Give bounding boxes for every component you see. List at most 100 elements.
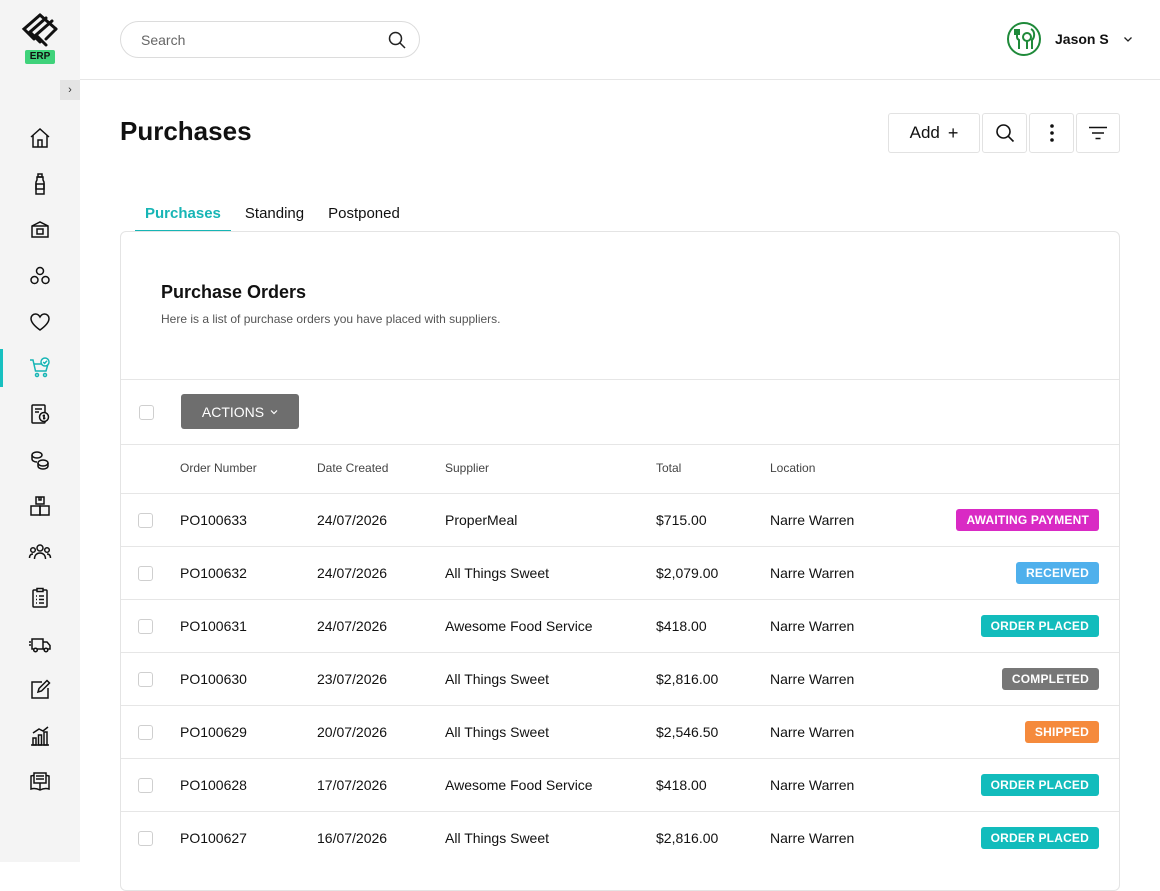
select-all-checkbox[interactable] xyxy=(139,405,154,420)
table-row[interactable]: PO100627 16/07/2026 All Things Sweet $2,816… xyxy=(121,811,1119,864)
sidebar-item-inventory[interactable] xyxy=(0,207,80,253)
cell-order[interactable]: PO100633 xyxy=(180,512,247,528)
row-checkbox[interactable] xyxy=(138,778,153,793)
row-checkbox[interactable] xyxy=(138,725,153,740)
add-button[interactable]: Add + xyxy=(888,113,980,153)
cell-date: 24/07/2026 xyxy=(317,512,388,528)
table-row[interactable]: PO100629 20/07/2026 All Things Sweet $2,546… xyxy=(121,705,1119,758)
cell-supplier: All Things Sweet xyxy=(445,724,550,740)
sidebar-item-deliveries[interactable] xyxy=(0,621,80,667)
cell-total: $2,816.00 xyxy=(656,671,719,687)
cell-date: 24/07/2026 xyxy=(317,618,388,634)
row-checkbox[interactable] xyxy=(138,831,153,846)
more-vertical-icon xyxy=(1049,124,1054,142)
tab-bar: Purchases Standing Postponed xyxy=(135,200,414,233)
filter-icon xyxy=(1089,126,1107,140)
actions-dropdown-button[interactable]: ACTIONS xyxy=(181,394,299,429)
search-input[interactable] xyxy=(141,30,381,50)
sidebar-item-products[interactable] xyxy=(0,161,80,207)
table-row[interactable]: PO100633 24/07/2026 ProperMeal $715.00 Narre… xyxy=(121,493,1119,546)
sidebar-item-payments[interactable] xyxy=(0,437,80,483)
home-icon xyxy=(30,127,50,148)
table-row[interactable]: PO100631 24/07/2026 Awesome Food Service $4… xyxy=(121,599,1119,652)
row-checkbox[interactable] xyxy=(138,672,153,687)
plus-icon: + xyxy=(947,122,959,143)
cell-total: $2,816.00 xyxy=(656,830,719,846)
cell-date: 20/07/2026 xyxy=(317,724,388,740)
sidebar-item-groups[interactable] xyxy=(0,253,80,299)
cell-date: 16/07/2026 xyxy=(317,830,388,846)
cell-order[interactable]: PO100632 xyxy=(180,565,247,581)
page-title: Purchases xyxy=(120,116,252,146)
top-header: Jason S xyxy=(80,0,1160,80)
table-row[interactable]: PO100628 17/07/2026 Awesome Food Service $4… xyxy=(121,758,1119,811)
cell-total: $418.00 xyxy=(656,777,707,793)
cell-date: 17/07/2026 xyxy=(317,777,388,793)
status-badge: SHIPPED xyxy=(1024,721,1099,743)
sidebar-item-favourites[interactable] xyxy=(0,299,80,345)
search-icon[interactable] xyxy=(387,30,407,50)
cell-order[interactable]: PO100631 xyxy=(180,618,247,634)
sidebar-item-catalogue[interactable] xyxy=(0,759,80,805)
status-badge: ORDER PLACED xyxy=(980,774,1099,796)
user-name: Jason S xyxy=(1055,31,1109,47)
purchase-orders-card: Purchase Orders Here is a list of purcha… xyxy=(120,231,1120,891)
people-group-icon xyxy=(30,266,50,285)
sidebar-item-tasks[interactable] xyxy=(0,575,80,621)
book-icon xyxy=(30,772,50,791)
sidebar-item-notes[interactable] xyxy=(0,667,80,713)
column-header-order-number[interactable]: Order Number xyxy=(180,461,257,475)
filter-button[interactable] xyxy=(1076,113,1120,153)
box-icon xyxy=(31,221,49,238)
column-header-date-created[interactable]: Date Created xyxy=(317,461,388,475)
cell-location: Narre Warren xyxy=(770,565,855,581)
row-checkbox[interactable] xyxy=(138,513,153,528)
chevron-down-icon xyxy=(270,409,278,414)
cell-supplier: Awesome Food Service xyxy=(445,777,593,793)
table-row[interactable]: PO100630 23/07/2026 All Things Sweet $2,816… xyxy=(121,652,1119,705)
cell-total: $418.00 xyxy=(656,618,707,634)
cell-total: $2,079.00 xyxy=(656,565,719,581)
tab-purchases[interactable]: Purchases xyxy=(135,200,231,233)
cart-check-icon xyxy=(30,357,50,378)
global-search[interactable] xyxy=(120,21,420,58)
sidebar-item-reports[interactable] xyxy=(0,713,80,759)
cell-order[interactable]: PO100629 xyxy=(180,724,247,740)
sidebar-item-invoices[interactable] xyxy=(0,391,80,437)
cell-supplier: All Things Sweet xyxy=(445,830,550,846)
column-header-location[interactable]: Location xyxy=(770,461,815,475)
column-header-total[interactable]: Total xyxy=(656,461,681,475)
card-subtitle: Here is a list of purchase orders you ha… xyxy=(161,312,501,326)
toolbar-search-button[interactable] xyxy=(982,113,1027,153)
status-badge: ORDER PLACED xyxy=(980,827,1099,849)
column-header-supplier[interactable]: Supplier xyxy=(445,461,489,475)
tab-standing[interactable]: Standing xyxy=(235,200,314,233)
row-checkbox[interactable] xyxy=(138,566,153,581)
chevron-down-icon[interactable] xyxy=(1123,34,1133,44)
coins-icon xyxy=(31,451,49,470)
sidebar: ERP › xyxy=(0,0,80,862)
sidebar-collapse-button[interactable]: › xyxy=(60,80,80,100)
edit-icon xyxy=(31,679,51,699)
status-badge: AWAITING PAYMENT xyxy=(956,509,1099,531)
sidebar-item-warehouse[interactable] xyxy=(0,483,80,529)
sidebar-item-home[interactable] xyxy=(0,115,80,161)
user-menu[interactable]: Jason S xyxy=(1006,20,1133,58)
more-options-button[interactable] xyxy=(1029,113,1074,153)
cell-supplier: Awesome Food Service xyxy=(445,618,593,634)
cell-date: 24/07/2026 xyxy=(317,565,388,581)
status-badge: ORDER PLACED xyxy=(980,615,1099,637)
bottle-icon xyxy=(35,173,45,195)
cell-order[interactable]: PO100628 xyxy=(180,777,247,793)
sidebar-item-customers[interactable] xyxy=(0,529,80,575)
cell-supplier: ProperMeal xyxy=(445,512,518,528)
table-row[interactable]: PO100632 24/07/2026 All Things Sweet $2,079… xyxy=(121,546,1119,599)
invoice-dollar-icon xyxy=(31,404,50,424)
sidebar-item-purchases[interactable] xyxy=(0,345,80,391)
row-checkbox[interactable] xyxy=(138,619,153,634)
divider xyxy=(121,444,1119,445)
cell-order[interactable]: PO100627 xyxy=(180,830,247,846)
add-button-label: Add xyxy=(909,123,940,142)
tab-postponed[interactable]: Postponed xyxy=(318,200,410,233)
cell-order[interactable]: PO100630 xyxy=(180,671,247,687)
